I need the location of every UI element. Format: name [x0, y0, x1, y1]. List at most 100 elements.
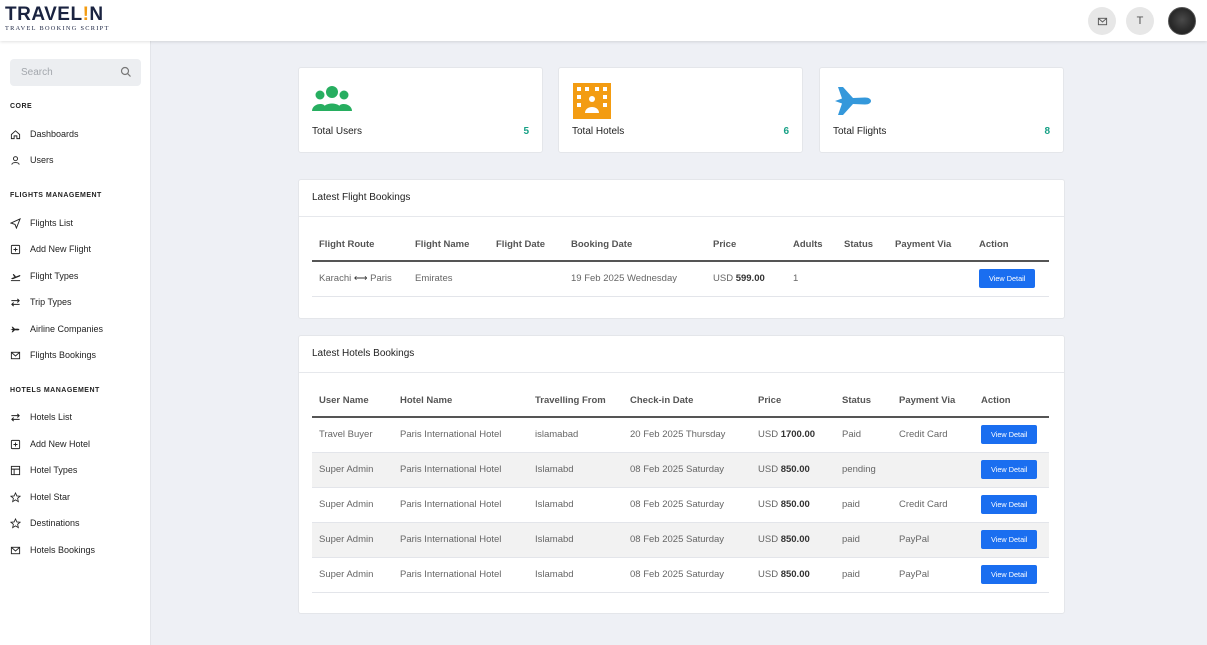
action-cell: View Detail — [974, 417, 1049, 453]
column-header[interactable]: Check-in Date — [623, 385, 751, 418]
sidebar-item-hotel-types[interactable]: Hotel Types — [10, 463, 77, 477]
adults: 1 — [786, 261, 837, 297]
sidebar-item-hotels-bookings[interactable]: Hotels Bookings — [10, 543, 95, 557]
column-header[interactable]: Flight Date — [489, 229, 564, 262]
user-initial-button[interactable]: T — [1126, 7, 1154, 35]
view-detail-button[interactable]: View Detail — [981, 530, 1038, 549]
travelling-from: Islamabd — [528, 487, 623, 523]
star-icon — [10, 517, 21, 529]
sidebar-item-add-hotel[interactable]: Add New Hotel — [10, 437, 90, 451]
price: USD 850.00 — [751, 522, 835, 558]
column-header[interactable]: Flight Route — [312, 229, 408, 262]
view-detail-button[interactable]: View Detail — [981, 495, 1038, 514]
star-icon — [10, 491, 21, 503]
sidebar-item-trip-types[interactable]: Trip Types — [10, 295, 72, 309]
column-header[interactable]: Status — [837, 229, 888, 262]
avatar[interactable] — [1168, 7, 1196, 35]
sidebar-item-label: Flights List — [30, 218, 74, 228]
table-header-row: Flight Route Flight Name Flight Date Boo… — [312, 229, 1049, 262]
price-amount: 850.00 — [780, 569, 810, 580]
table-row: Karachi ⟷ Paris Emirates 19 Feb 2025 Wed… — [312, 261, 1049, 297]
search-icon[interactable] — [120, 66, 132, 78]
sidebar-item-airline-companies[interactable]: Airline Companies — [10, 322, 103, 336]
sidebar-item-label: Trip Types — [30, 297, 72, 307]
stat-label: Total Flights — [833, 126, 887, 137]
logo-accent: ! — [82, 4, 90, 25]
sidebar-item-destinations[interactable]: Destinations — [10, 516, 80, 530]
brand-logo[interactable]: TRAVEL! N TRAVEL BOOKING SCRIPT — [5, 4, 115, 34]
sidebar-item-hotels-list[interactable]: Hotels List — [10, 410, 72, 424]
payment-via: Credit Card — [892, 417, 974, 453]
logo-suffix: N — [89, 4, 104, 25]
mail-icon — [10, 545, 21, 556]
price-amount: 599.00 — [735, 273, 765, 285]
price-currency: USD — [758, 464, 779, 475]
sidebar-item-label: Flights Bookings — [30, 350, 97, 360]
user-name: Travel Buyer — [312, 417, 393, 453]
column-header[interactable]: Adults — [786, 229, 837, 262]
user-icon — [10, 155, 21, 166]
hotel-name: Paris International Hotel — [393, 452, 528, 488]
mail-icon — [10, 350, 21, 361]
home-icon — [10, 129, 21, 140]
view-detail-button[interactable]: View Detail — [981, 460, 1038, 479]
column-header[interactable]: Payment Via — [888, 229, 972, 262]
column-header[interactable]: Price — [751, 385, 835, 418]
column-header[interactable]: Payment Via — [892, 385, 974, 418]
swap-arrow-icon: ⟷ — [353, 273, 368, 285]
status: paid — [835, 522, 892, 558]
logo-prefix: TRAVEL — [5, 4, 83, 25]
column-header[interactable]: Flight Name — [408, 229, 489, 262]
sidebar-item-add-flight[interactable]: Add New Flight — [10, 242, 91, 256]
stat-card-hotels: Total Hotels 6 — [558, 67, 803, 153]
user-name: Super Admin — [312, 487, 393, 523]
view-detail-button[interactable]: View Detail — [981, 565, 1038, 584]
sidebar-item-flight-types[interactable]: Flight Types — [10, 269, 78, 283]
sidebar-item-dashboards[interactable]: Dashboards — [10, 127, 79, 141]
hotel-name: Paris International Hotel — [393, 487, 528, 523]
logo-tagline: TRAVEL BOOKING SCRIPT — [5, 25, 110, 32]
hotel-icon — [573, 83, 611, 119]
price: USD 1700.00 — [751, 417, 835, 453]
column-header[interactable]: Status — [835, 385, 892, 418]
hotel-bookings-table: User Name Hotel Name Travelling From Che… — [312, 385, 1049, 593]
column-header[interactable]: Booking Date — [564, 229, 706, 262]
column-header: Action — [972, 229, 1049, 262]
sidebar-item-label: Hotel Star — [30, 492, 71, 502]
sidebar-item-label: Flight Types — [30, 271, 79, 281]
search-input[interactable]: Search — [10, 59, 141, 86]
plus-square-icon — [10, 244, 21, 255]
price-currency: USD — [758, 534, 779, 545]
payment-via — [892, 452, 974, 488]
status: Paid — [835, 417, 892, 453]
view-detail-button[interactable]: View Detail — [981, 425, 1038, 445]
view-detail-button[interactable]: View Detail — [979, 269, 1036, 289]
sidebar-item-label: Destinations — [30, 518, 80, 528]
flight-route: Karachi ⟷ Paris — [312, 261, 408, 297]
sidebar-item-flights-bookings[interactable]: Flights Bookings — [10, 348, 96, 362]
flight-bookings-table: Flight Route Flight Name Flight Date Boo… — [312, 229, 1049, 297]
sidebar-item-users[interactable]: Users — [10, 153, 54, 167]
plane-icon — [10, 324, 21, 335]
travelling-from: Islamabd — [528, 452, 623, 488]
layout-icon — [10, 465, 21, 476]
column-header[interactable]: Hotel Name — [393, 385, 528, 418]
sidebar-item-label: Add New Hotel — [30, 439, 91, 449]
travelling-from: islamabad — [528, 417, 623, 453]
column-header[interactable]: User Name — [312, 385, 393, 418]
column-header[interactable]: Price — [706, 229, 786, 262]
route-to: Paris — [370, 273, 392, 285]
swap-icon — [10, 297, 21, 308]
hotel-name: Paris International Hotel — [393, 557, 528, 593]
column-header[interactable]: Travelling From — [528, 385, 623, 418]
sidebar-item-hotel-star[interactable]: Hotel Star — [10, 490, 70, 504]
stat-value: 5 — [523, 126, 529, 137]
send-icon — [10, 217, 21, 229]
price: USD 850.00 — [751, 452, 835, 488]
sidebar-item-flights-list[interactable]: Flights List — [10, 216, 73, 230]
messages-button[interactable] — [1088, 7, 1116, 35]
sidebar-item-label: Users — [30, 155, 54, 165]
price-currency: USD — [758, 569, 779, 580]
user-name: Super Admin — [312, 522, 393, 558]
sidebar-item-label: Add New Flight — [30, 244, 92, 254]
